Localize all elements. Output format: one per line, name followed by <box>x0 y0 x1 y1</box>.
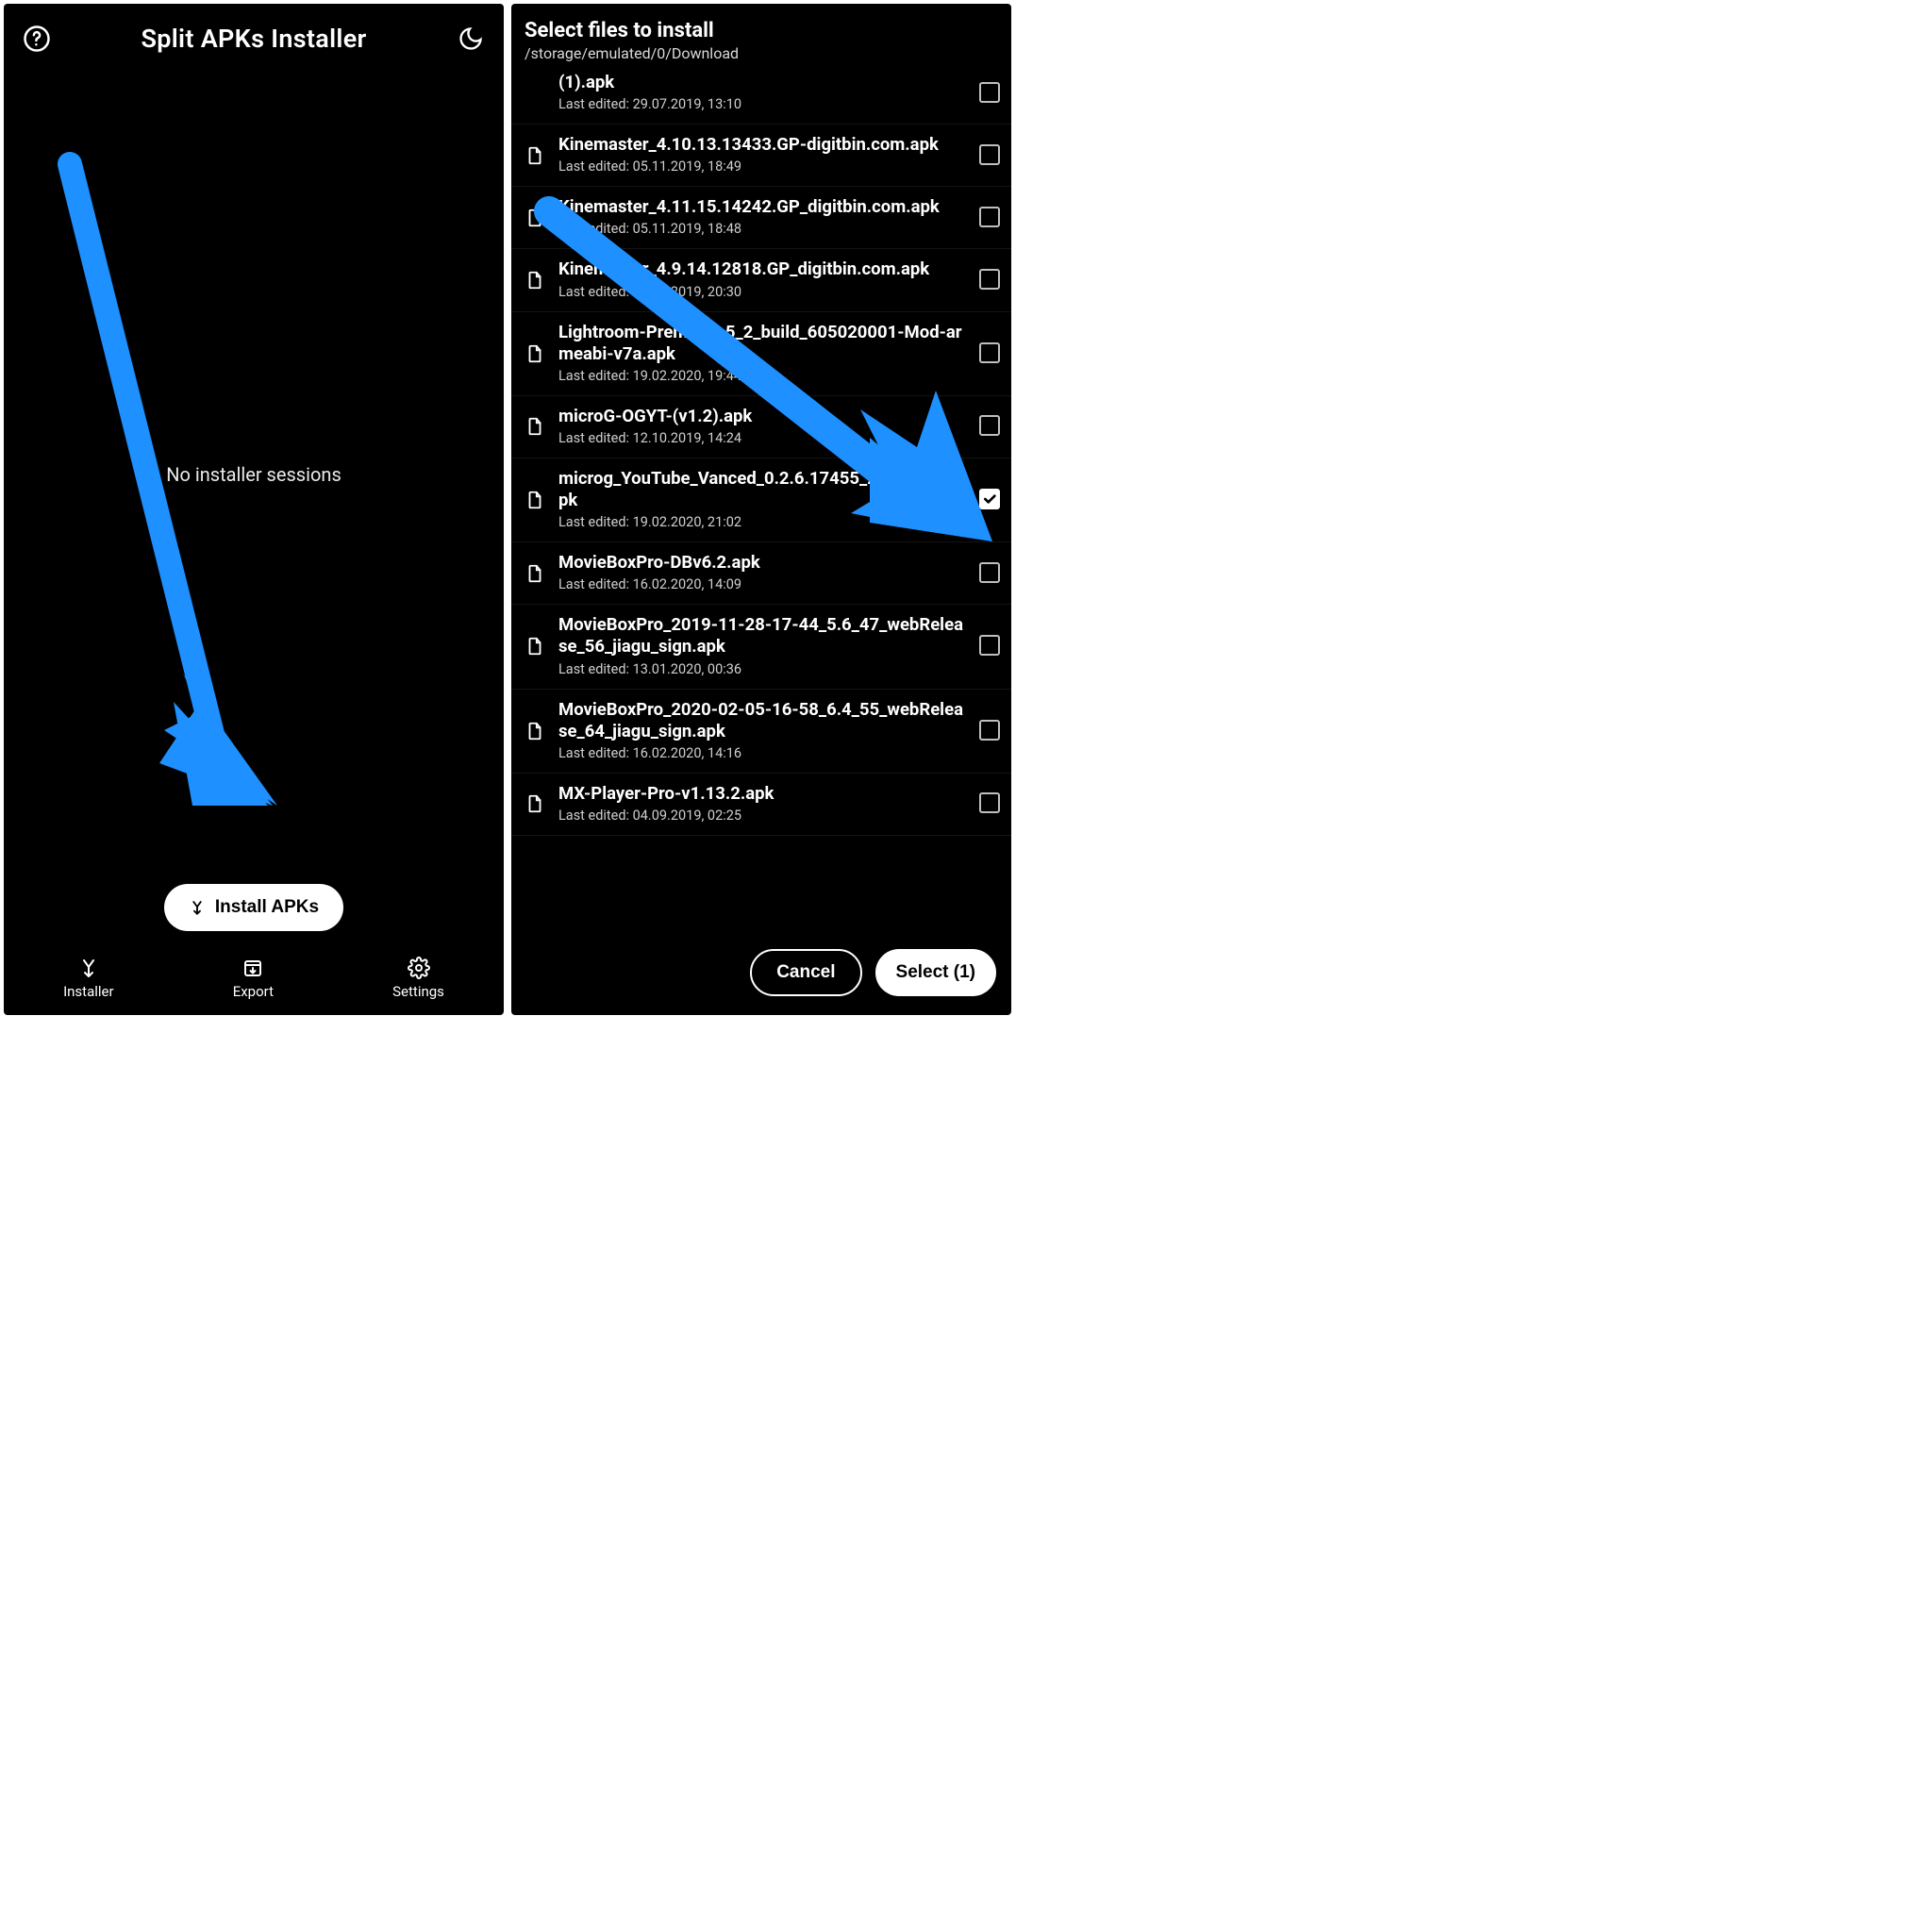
file-text-block: MX-Player-Pro-v1.13.2.apk Last edited: 04… <box>558 783 970 824</box>
file-picker-footer: Cancel Select (1) <box>511 938 1011 1015</box>
file-meta: Last edited: 04.09.2019, 02:25 <box>558 808 970 824</box>
nav-export[interactable]: Export <box>233 957 274 1000</box>
file-checkbox[interactable] <box>979 635 1000 656</box>
empty-state: No installer sessions <box>4 64 504 884</box>
document-icon <box>521 793 549 814</box>
document-icon <box>521 208 549 228</box>
file-list[interactable]: (1).apk Last edited: 29.07.2019, 13:10 Kin… <box>511 68 1011 938</box>
file-checkbox[interactable] <box>979 720 1000 741</box>
select-button[interactable]: Select (1) <box>875 949 996 996</box>
nav-export-label: Export <box>233 983 274 1000</box>
file-text-block: microG-OGYT-(v1.2).apk Last edited: 12.10… <box>558 406 970 446</box>
page-title: Split APKs Installer <box>141 24 366 54</box>
document-icon <box>521 416 549 437</box>
empty-state-text: No installer sessions <box>166 463 341 486</box>
file-name: MovieBoxPro-DBv6.2.apk <box>558 552 970 574</box>
file-checkbox[interactable] <box>979 562 1000 583</box>
file-checkbox[interactable] <box>979 82 1000 103</box>
file-row[interactable]: (1).apk Last edited: 29.07.2019, 13:10 <box>511 68 1011 125</box>
bottom-nav: Installer Export Settings <box>4 948 504 1015</box>
file-text-block: Lightroom-Premium_5_2_build_605020001-Mo… <box>558 322 970 384</box>
cancel-button[interactable]: Cancel <box>750 949 861 996</box>
file-name: MX-Player-Pro-v1.13.2.apk <box>558 783 970 805</box>
file-name: MovieBoxPro_2020-02-05-16-58_6.4_55_webR… <box>558 699 970 742</box>
file-meta: Last edited: 05.11.2019, 20:30 <box>558 284 970 300</box>
nav-settings-label: Settings <box>392 983 444 1000</box>
file-checkbox[interactable] <box>979 792 1000 813</box>
file-meta: Last edited: 16.02.2020, 14:16 <box>558 745 970 761</box>
file-row[interactable]: MovieBoxPro_2020-02-05-16-58_6.4_55_webR… <box>511 690 1011 774</box>
file-name: microg_YouTube_Vanced_0.2.6.17455_280520… <box>558 468 970 511</box>
document-icon <box>521 343 549 364</box>
help-icon[interactable] <box>21 23 53 55</box>
nav-installer[interactable]: Installer <box>63 957 114 1000</box>
file-meta: Last edited: 16.02.2020, 14:09 <box>558 576 970 592</box>
file-name: Kinemaster_4.11.15.14242.GP_digitbin.com… <box>558 196 970 218</box>
file-text-block: Kinemaster_4.9.14.12818.GP_digitbin.com.… <box>558 258 970 299</box>
file-text-block: Kinemaster_4.10.13.13433.GP-digitbin.com… <box>558 134 970 175</box>
file-meta: Last edited: 12.10.2019, 14:24 <box>558 430 970 446</box>
app-header: Split APKs Installer <box>4 4 504 64</box>
document-icon <box>521 145 549 166</box>
document-icon <box>521 490 549 510</box>
file-picker-title: Select files to install <box>525 19 998 42</box>
file-picker-header: Select files to install /storage/emulate… <box>511 4 1011 68</box>
file-checkbox[interactable] <box>979 144 1000 165</box>
document-icon <box>521 636 549 657</box>
file-meta: Last edited: 19.02.2020, 21:02 <box>558 514 970 530</box>
document-icon <box>521 563 549 584</box>
file-meta: Last edited: 05.11.2019, 18:48 <box>558 221 970 237</box>
file-checkbox[interactable] <box>979 415 1000 436</box>
nav-installer-label: Installer <box>63 983 114 1000</box>
file-text-block: MovieBoxPro_2019-11-28-17-44_5.6_47_webR… <box>558 614 970 676</box>
file-picker-path: /storage/emulated/0/Download <box>525 44 998 62</box>
file-checkbox[interactable] <box>979 269 1000 290</box>
file-meta: Last edited: 13.01.2020, 00:36 <box>558 661 970 677</box>
file-row[interactable]: Kinemaster_4.11.15.14242.GP_digitbin.com… <box>511 187 1011 249</box>
install-button-row: Install APKs <box>4 884 504 948</box>
install-apks-button[interactable]: Install APKs <box>164 884 343 931</box>
file-meta: Last edited: 19.02.2020, 19:44 <box>558 368 970 384</box>
file-name: MovieBoxPro_2019-11-28-17-44_5.6_47_webR… <box>558 614 970 658</box>
file-row[interactable]: MovieBoxPro-DBv6.2.apk Last edited: 16.02… <box>511 542 1011 605</box>
file-name: microG-OGYT-(v1.2).apk <box>558 406 970 427</box>
document-icon <box>521 270 549 291</box>
file-checkbox[interactable] <box>979 342 1000 363</box>
file-checkbox[interactable] <box>979 489 1000 509</box>
file-row[interactable]: Kinemaster_4.10.13.13433.GP-digitbin.com… <box>511 125 1011 187</box>
nav-settings[interactable]: Settings <box>392 957 444 1000</box>
file-name: Kinemaster_4.9.14.12818.GP_digitbin.com.… <box>558 258 970 280</box>
file-meta: Last edited: 05.11.2019, 18:49 <box>558 158 970 175</box>
file-text-block: (1).apk Last edited: 29.07.2019, 13:10 <box>558 72 970 112</box>
file-row[interactable]: microG-OGYT-(v1.2).apk Last edited: 12.10… <box>511 396 1011 458</box>
night-mode-icon[interactable] <box>455 23 487 55</box>
file-row[interactable]: Kinemaster_4.9.14.12818.GP_digitbin.com.… <box>511 249 1011 311</box>
file-text-block: MovieBoxPro_2020-02-05-16-58_6.4_55_webR… <box>558 699 970 761</box>
file-text-block: microg_YouTube_Vanced_0.2.6.17455_280520… <box>558 468 970 530</box>
file-row[interactable]: MX-Player-Pro-v1.13.2.apk Last edited: 04… <box>511 774 1011 836</box>
installer-screen: Split APKs Installer No installer sessio… <box>4 4 504 1015</box>
install-apks-label: Install APKs <box>215 897 319 918</box>
file-checkbox[interactable] <box>979 207 1000 227</box>
file-name: (1).apk <box>558 72 970 93</box>
document-icon <box>521 721 549 741</box>
file-picker-screen: Select files to install /storage/emulate… <box>511 4 1011 1015</box>
file-row[interactable]: MovieBoxPro_2019-11-28-17-44_5.6_47_webR… <box>511 605 1011 689</box>
file-meta: Last edited: 29.07.2019, 13:10 <box>558 96 970 112</box>
file-text-block: MovieBoxPro-DBv6.2.apk Last edited: 16.02… <box>558 552 970 592</box>
file-name: Kinemaster_4.10.13.13433.GP-digitbin.com… <box>558 134 970 156</box>
file-name: Lightroom-Premium_5_2_build_605020001-Mo… <box>558 322 970 365</box>
file-row[interactable]: microg_YouTube_Vanced_0.2.6.17455_280520… <box>511 458 1011 542</box>
file-text-block: Kinemaster_4.11.15.14242.GP_digitbin.com… <box>558 196 970 237</box>
file-row[interactable]: Lightroom-Premium_5_2_build_605020001-Mo… <box>511 312 1011 396</box>
